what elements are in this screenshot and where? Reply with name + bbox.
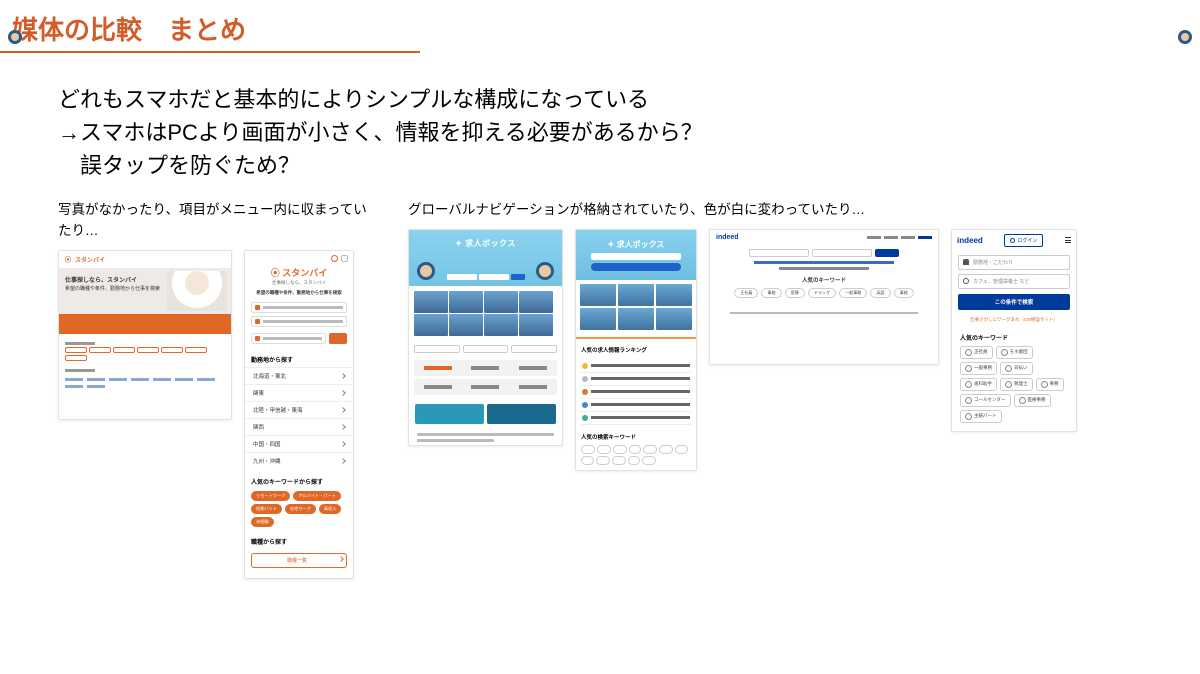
slide-title: 媒体の比較 まとめ bbox=[0, 10, 1200, 51]
hamburger-icon[interactable] bbox=[1065, 237, 1071, 243]
lead-line-3: 誤タップを防ぐため？ bbox=[58, 149, 1200, 182]
mock-indeed-desktop: indeed 人気のキーワード 正社員 事務 医療 ドラッグ 一般事務 英語 事… bbox=[709, 229, 939, 365]
right-caption: グローバルナビゲーションが格納されていたり、色が白に変わっていたり… bbox=[408, 200, 1168, 221]
mock-kyujinbox-mobile: ✦ 求人ボックス 人気の求人情報ランキング bbox=[575, 229, 697, 471]
keyword-input[interactable]: カフェ、管理栄養士 など bbox=[958, 274, 1070, 289]
lead-line-2: →スマホはPCより画面が小さく、情報を抑える必要があるから？ bbox=[58, 116, 1200, 149]
search-button[interactable]: この条件で検索 bbox=[958, 294, 1070, 310]
mock-indeed-mobile: indeed ログイン 勤務地・こだわり カフェ、管理栄養士 など この条件で検… bbox=[951, 229, 1077, 432]
lead-line-1: どれもスマホだと基本的によりシンプルな構成になっている bbox=[58, 83, 1200, 116]
mock-stanby-desktop: ⦿スタンバイ 仕事探しなら、スタンバイ希望の職種や条件、勤務地から仕事を検索 bbox=[58, 250, 232, 420]
left-caption: 写真がなかったり、項目がメニュー内に収まっていたり… bbox=[58, 200, 378, 242]
mock-stanby-mobile: ⦿ スタンバイ 仕事探しなら、スタンバイ 希望の職種や条件、勤務地から仕事を検索… bbox=[244, 250, 354, 579]
mock-kyujinbox-desktop: ✦ 求人ボックス bbox=[408, 229, 563, 446]
location-input[interactable]: 勤務地・こだわり bbox=[958, 255, 1070, 270]
promo-link[interactable]: 仕事さがしにワーグあれ（CM特設サイト） bbox=[952, 315, 1076, 325]
lead-text: どれもスマホだと基本的によりシンプルな構成になっている →スマホはPCより画面が… bbox=[58, 83, 1200, 182]
title-rule bbox=[0, 51, 420, 53]
login-button[interactable]: ログイン bbox=[1004, 234, 1043, 247]
